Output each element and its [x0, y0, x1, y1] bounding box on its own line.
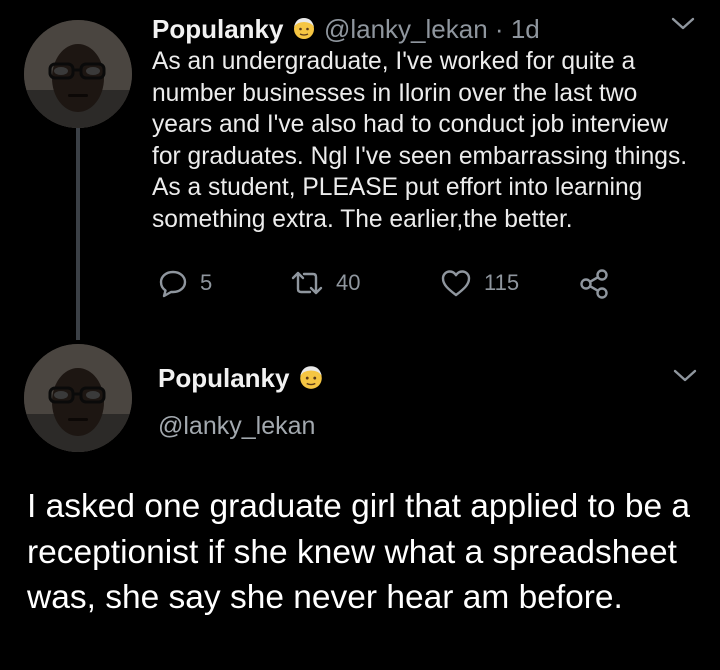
tweet-header: Populanky: [158, 363, 325, 397]
reply-count: 5: [200, 270, 213, 295]
avatar-photo: [24, 344, 132, 452]
chevron-down-icon[interactable]: [670, 16, 696, 32]
display-name[interactable]: Populanky: [158, 363, 289, 393]
display-name[interactable]: Populanky: [152, 14, 283, 44]
old-man-emoji-icon: [297, 363, 325, 397]
like-icon: [441, 270, 471, 297]
share-button[interactable]: [578, 268, 610, 300]
retweet-button[interactable]: 40: [290, 268, 360, 298]
timestamp[interactable]: 1d: [511, 14, 540, 44]
avatar[interactable]: [24, 20, 132, 128]
handle[interactable]: @lanky_lekan: [324, 14, 488, 44]
old-man-emoji-icon: [291, 15, 317, 47]
retweet-count: 40: [336, 270, 361, 295]
reply-button[interactable]: 5: [158, 268, 212, 298]
reply-icon: [159, 270, 187, 298]
avatar[interactable]: [24, 344, 132, 452]
separator-dot: ·: [494, 14, 504, 44]
retweet-icon: [291, 271, 323, 295]
share-icon: [580, 269, 608, 299]
like-button[interactable]: 115: [440, 268, 519, 298]
tweet-text: I asked one graduate girl that applied t…: [27, 488, 691, 616]
tweet-text: As an undergraduate, I've worked for qui…: [152, 48, 688, 233]
chevron-down-icon[interactable]: [672, 368, 698, 384]
handle[interactable]: @lanky_lekan: [158, 411, 315, 441]
thread-line: [76, 128, 80, 340]
tweet-header: Populanky @lanky_lekan · 1d: [152, 14, 540, 47]
tweet-actions: 5 40 115: [152, 268, 632, 302]
like-count: 115: [484, 270, 520, 295]
avatar-photo: [24, 20, 132, 128]
